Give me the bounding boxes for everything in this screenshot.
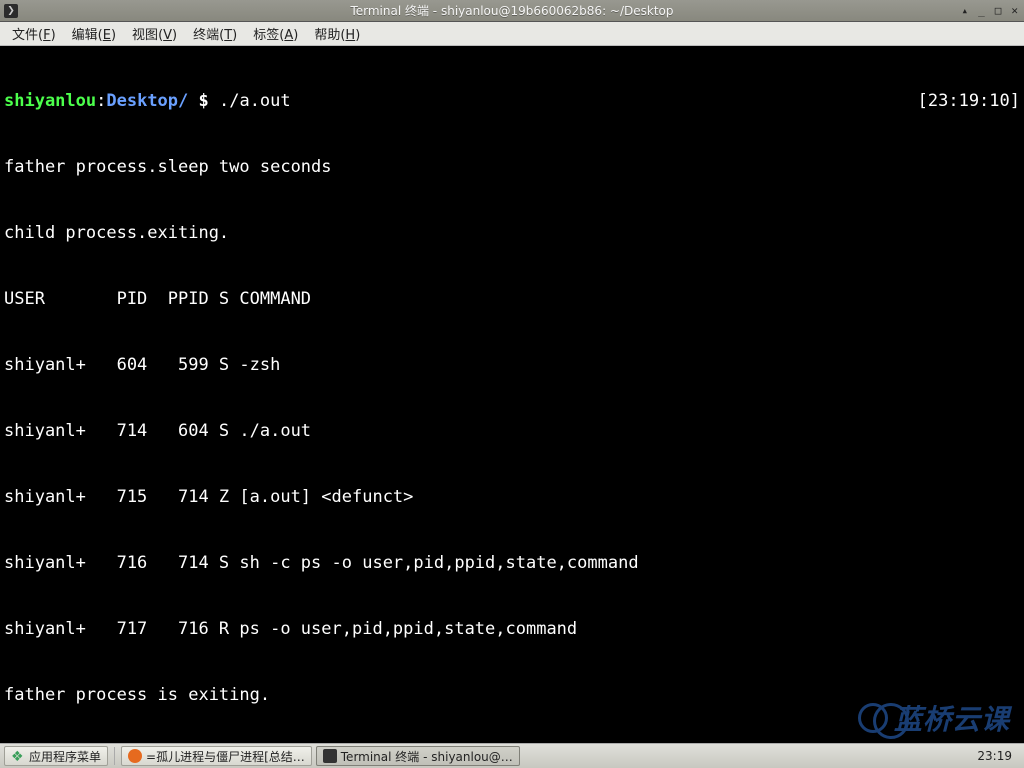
window-menu-icon[interactable]: ▴ [960, 4, 971, 17]
terminal-icon [323, 749, 337, 763]
output-line: shiyanl+ 714 604 S ./a.out [4, 420, 1020, 442]
taskbar-item-label: =孤儿进程与僵尸进程[总结… [146, 748, 305, 765]
taskbar: ❖ 应用程序菜单 =孤儿进程与僵尸进程[总结… Terminal 终端 - sh… [0, 743, 1024, 768]
output-line: shiyanl+ 715 714 Z [a.out] <defunct> [4, 486, 1020, 508]
taskbar-item-browser[interactable]: =孤儿进程与僵尸进程[总结… [121, 746, 312, 766]
firefox-icon [128, 749, 142, 763]
menu-help[interactable]: 帮助(H) [308, 22, 366, 45]
output-line: shiyanl+ 604 599 S -zsh [4, 354, 1020, 376]
maximize-button[interactable]: □ [993, 4, 1004, 17]
minimize-button[interactable]: _ [976, 4, 987, 17]
prompt-user: shiyanlou [4, 91, 96, 111]
timestamp: [23:19:10] [918, 90, 1020, 112]
output-line: father process is exiting. [4, 684, 1020, 706]
applications-menu-icon: ❖ [11, 749, 25, 763]
output-line: USER PID PPID S COMMAND [4, 288, 1020, 310]
applications-menu-label: 应用程序菜单 [29, 748, 101, 765]
prompt-path: Desktop/ [106, 91, 188, 111]
menubar: 文件(F) 编辑(E) 视图(V) 终端(T) 标签(A) 帮助(H) [0, 22, 1024, 46]
taskbar-clock[interactable]: 23:19 [969, 749, 1020, 763]
close-button[interactable]: ✕ [1009, 4, 1020, 17]
terminal-app-icon: ❯ [4, 4, 18, 18]
prompt-line-1: shiyanlou:Desktop/ $ ./a.out [23:19:10] [4, 90, 1020, 112]
menu-view[interactable]: 视图(V) [126, 22, 183, 45]
menu-file[interactable]: 文件(F) [6, 22, 62, 45]
window-controls-group: ▴ _ □ ✕ [960, 4, 1021, 17]
menu-terminal[interactable]: 终端(T) [187, 22, 243, 45]
menu-edit[interactable]: 编辑(E) [66, 22, 122, 45]
output-line: shiyanl+ 716 714 S sh -c ps -o user,pid,… [4, 552, 1020, 574]
output-line: child process.exiting. [4, 222, 1020, 244]
applications-menu-button[interactable]: ❖ 应用程序菜单 [4, 746, 108, 766]
command-text: ./a.out [219, 91, 291, 111]
output-line: father process.sleep two seconds [4, 156, 1020, 178]
output-line: shiyanl+ 717 716 R ps -o user,pid,ppid,s… [4, 618, 1020, 640]
terminal-viewport[interactable]: shiyanlou:Desktop/ $ ./a.out [23:19:10] … [0, 46, 1024, 743]
window-titlebar: ❯ Terminal 终端 - shiyanlou@19b660062b86: … [0, 0, 1024, 22]
taskbar-item-label: Terminal 终端 - shiyanlou@… [341, 748, 513, 765]
taskbar-item-terminal[interactable]: Terminal 终端 - shiyanlou@… [316, 746, 520, 766]
menu-tabs[interactable]: 标签(A) [247, 22, 304, 45]
window-title: Terminal 终端 - shiyanlou@19b660062b86: ~/… [0, 2, 1024, 19]
taskbar-separator [114, 747, 115, 765]
